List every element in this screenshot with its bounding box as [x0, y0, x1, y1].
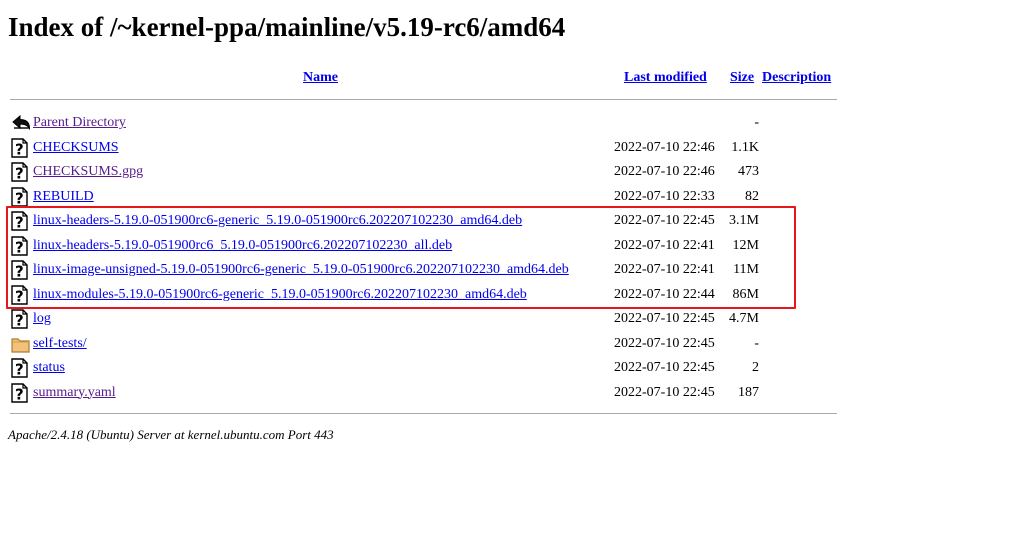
unknown-file-icon: ? [11, 284, 28, 305]
table-row: ? REBUILD 2022-07-10 22:33 82 [0, 185, 900, 209]
svg-text:?: ? [15, 312, 24, 330]
size-cell: 1.1K [731, 139, 759, 155]
last-modified-cell: 2022-07-10 22:45 [614, 335, 715, 351]
file-link[interactable]: linux-modules-5.19.0-051900rc6-generic_5… [33, 286, 527, 304]
size-cell: 473 [738, 164, 759, 179]
last-modified-cell: 2022-07-10 22:46 [614, 139, 715, 155]
file-link[interactable]: status [33, 359, 65, 377]
table-row: ? summary.yaml 2022-07-10 22:45 187 [0, 381, 900, 405]
last-modified-cell: 2022-07-10 22:45 [614, 213, 715, 228]
svg-text:?: ? [15, 361, 24, 379]
table-row: ? CHECKSUMS.gpg 2022-07-10 22:46 473 [0, 160, 900, 184]
header-divider [10, 99, 837, 100]
size-cell: - [754, 115, 759, 130]
svg-text:?: ? [15, 263, 24, 281]
parent-directory-link[interactable]: Parent Directory [33, 114, 126, 132]
last-modified-cell: 2022-07-10 22:41 [614, 262, 715, 277]
file-link[interactable]: self-tests/ [33, 335, 87, 353]
description-column-header[interactable]: Description [762, 69, 831, 87]
size-cell: 12M [732, 237, 759, 253]
last-modified-cell: 2022-07-10 22:41 [614, 237, 715, 253]
size-cell: 86M [732, 286, 759, 302]
table-row: ? linux-headers-5.19.0-051900rc6_5.19.0-0… [0, 234, 900, 258]
folder-icon [11, 334, 30, 354]
table-row: ? linux-modules-5.19.0-051900rc6-generic_… [0, 283, 900, 307]
size-cell: 82 [745, 188, 759, 204]
name-column-header[interactable]: Name [303, 69, 338, 87]
unknown-file-icon: ? [11, 260, 28, 280]
unknown-file-icon: ? [11, 358, 28, 378]
table-row: Parent Directory - [0, 111, 900, 135]
page-title: Index of /~kernel-ppa/mainline/v5.19-rc6… [8, 12, 566, 42]
svg-text:?: ? [15, 385, 24, 403]
unknown-file-icon: ? [11, 137, 28, 158]
table-row: ? status 2022-07-10 22:45 2 [0, 356, 900, 380]
file-link[interactable]: CHECKSUMS [33, 139, 119, 157]
file-link[interactable]: summary.yaml [33, 384, 116, 402]
file-link[interactable]: CHECKSUMS.gpg [33, 163, 143, 181]
svg-text:?: ? [15, 140, 24, 158]
last-modified-cell: 2022-07-10 22:46 [614, 164, 715, 179]
last-modified-cell: 2022-07-10 22:44 [614, 286, 715, 302]
unknown-file-icon: ? [11, 309, 28, 329]
unknown-file-icon: ? [11, 186, 28, 207]
svg-text:?: ? [15, 287, 24, 305]
svg-text:?: ? [15, 165, 24, 183]
file-link[interactable]: REBUILD [33, 188, 94, 206]
table-row: self-tests/2022-07-10 22:45 - [0, 332, 900, 356]
last-modified-cell: 2022-07-10 22:45 [614, 360, 715, 375]
svg-text:?: ? [15, 238, 24, 256]
svg-text:?: ? [15, 214, 24, 232]
unknown-file-icon: ? [11, 162, 28, 182]
table-row: ? linux-image-unsigned-5.19.0-051900rc6-g… [0, 258, 900, 282]
last-modified-cell: 2022-07-10 22:45 [614, 384, 715, 400]
last-modified-column-header[interactable]: Last modified [624, 69, 707, 87]
last-modified-cell: 2022-07-10 22:45 [614, 311, 715, 326]
file-link[interactable]: linux-image-unsigned-5.19.0-051900rc6-ge… [33, 261, 569, 279]
file-link[interactable]: linux-headers-5.19.0-051900rc6_5.19.0-05… [33, 237, 452, 255]
size-cell: - [754, 335, 759, 351]
back-icon [11, 113, 31, 133]
size-cell: 11M [733, 262, 759, 277]
size-cell: 4.7M [729, 311, 759, 326]
size-cell: 2 [752, 360, 759, 375]
svg-text:?: ? [15, 189, 24, 207]
unknown-file-icon: ? [11, 235, 28, 256]
table-row: ? log 2022-07-10 22:45 4.7M [0, 307, 900, 331]
server-signature: Apache/2.4.18 (Ubuntu) Server at kernel.… [8, 427, 334, 442]
file-link[interactable]: linux-headers-5.19.0-051900rc6-generic_5… [33, 212, 522, 230]
file-link[interactable]: log [33, 310, 51, 328]
last-modified-cell: 2022-07-10 22:33 [614, 188, 715, 204]
size-column-header[interactable]: Size [730, 69, 754, 87]
size-cell: 3.1M [729, 213, 759, 228]
unknown-file-icon: ? [11, 211, 28, 231]
footer-divider [10, 413, 837, 414]
unknown-file-icon: ? [11, 382, 28, 403]
table-row: ? linux-headers-5.19.0-051900rc6-generic_… [0, 209, 900, 233]
table-row: ? CHECKSUMS 2022-07-10 22:46 1.1K [0, 136, 900, 160]
size-cell: 187 [738, 384, 759, 400]
